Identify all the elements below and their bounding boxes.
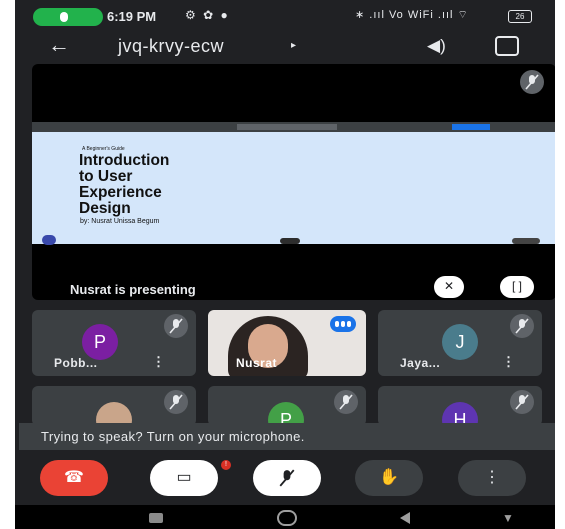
back-icon[interactable] (400, 512, 410, 524)
presentation-tile[interactable]: A Beginner's Guide Introduction to User … (32, 64, 555, 300)
toast-message: Trying to speak? Turn on your microphone… (41, 429, 305, 444)
mic-off-icon (164, 390, 188, 414)
fullscreen-icon: [ ] (511, 279, 522, 293)
android-nav-bar: ▼ (15, 505, 555, 529)
ongoing-call-pill[interactable] (33, 8, 103, 26)
participant-tile[interactable]: H (378, 386, 542, 426)
participant-name: Jaya... (400, 356, 441, 370)
mic-off-icon (164, 314, 188, 338)
participant-name: Pobb... (54, 356, 98, 370)
recents-icon[interactable] (149, 513, 163, 523)
slide-title: Introduction to User Experience Design (79, 152, 170, 217)
camera-alert-badge: ! (221, 460, 231, 470)
presenting-label: Nusrat is presenting (70, 282, 196, 297)
unpin-button[interactable]: ✕ (434, 276, 464, 298)
slide-author: by: Nusrat Unissa Begum (80, 218, 160, 225)
slide-button (452, 124, 490, 130)
participant-name: Nusrat (236, 356, 278, 370)
more-vert-icon[interactable]: ⋮ (502, 354, 515, 370)
avatar: J (442, 324, 478, 360)
battery-icon: 26 (508, 10, 532, 23)
slide-indicator (42, 235, 56, 245)
participant-tile[interactable] (32, 386, 196, 426)
mic-off-icon (510, 314, 534, 338)
camera-toggle-button[interactable]: ▭ (150, 460, 218, 496)
participant-tile[interactable]: J Jaya... ⋮ (378, 310, 542, 376)
participant-tile[interactable]: P (208, 386, 366, 426)
back-arrow-icon[interactable]: ← (48, 34, 70, 56)
switch-camera-icon[interactable] (495, 36, 519, 56)
slide-control (512, 238, 540, 244)
raise-hand-button[interactable]: ✋ (355, 460, 423, 496)
avatar: P (82, 324, 118, 360)
call-controls: ☎ ▭ ! ✋ ⋮ (15, 460, 555, 500)
microphone-toast: Trying to speak? Turn on your microphone… (19, 423, 555, 450)
shared-slide: A Beginner's Guide Introduction to User … (32, 132, 555, 244)
meeting-code[interactable]: jvq-krvy-ecw (118, 36, 224, 57)
mic-icon (60, 12, 68, 22)
status-bar: 6:19 PM ⚙ ✿ ● ∗ .ııl Vo WiFi .ııl ⌔ 26 (15, 0, 555, 34)
hand-icon: ✋ (379, 469, 399, 486)
mic-off-icon (334, 390, 358, 414)
pin-off-icon: ✕ (443, 279, 455, 293)
mic-off-icon (510, 390, 534, 414)
meeting-header: ← jvq-krvy-ecw ▸ ◀) (15, 34, 555, 58)
phone-screen: 6:19 PM ⚙ ✿ ● ∗ .ııl Vo WiFi .ııl ⌔ 26 ←… (15, 0, 555, 529)
camera-off-icon: ▭ (176, 469, 192, 486)
slide-toolbar (32, 122, 555, 132)
signal-icons: ∗ .ııl Vo WiFi .ııl ⌔ (355, 9, 469, 21)
speaking-indicator-icon (330, 316, 356, 332)
mic-off-icon (520, 70, 544, 94)
chevron-right-icon[interactable]: ▸ (291, 40, 296, 51)
participant-video-tile[interactable]: Nusrat (208, 310, 366, 376)
status-time: 6:19 PM (107, 9, 157, 24)
keyboard-hide-icon[interactable]: ▼ (502, 511, 514, 525)
participant-tile[interactable]: P Pobb... ⋮ (32, 310, 196, 376)
home-icon[interactable] (277, 510, 297, 526)
more-options-button[interactable]: ⋮ (458, 460, 526, 496)
slide-control (280, 238, 300, 244)
speaker-icon[interactable]: ◀) (427, 36, 446, 56)
notification-icons: ⚙ ✿ ● (185, 8, 230, 22)
mic-off-icon (279, 469, 295, 487)
slide-tab (237, 124, 337, 130)
mic-toggle-button[interactable] (253, 460, 321, 496)
end-call-icon: ☎ (64, 469, 84, 486)
end-call-button[interactable]: ☎ (40, 460, 108, 496)
fullscreen-button[interactable]: [ ] (500, 276, 534, 298)
more-vert-icon[interactable]: ⋮ (152, 354, 165, 370)
more-vert-icon: ⋮ (484, 469, 500, 486)
